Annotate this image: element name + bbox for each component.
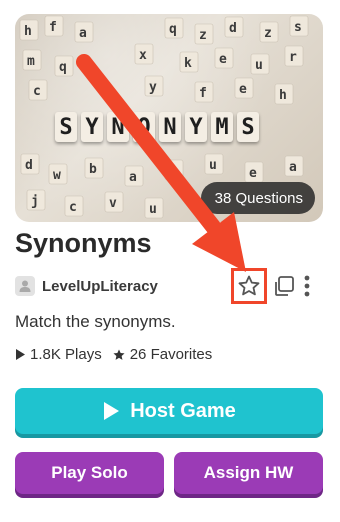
cover-word: S Y N O N Y M S [55,112,259,142]
play-solo-label: Play Solo [51,463,128,482]
svg-text:a: a [129,170,137,185]
svg-text:x: x [139,48,147,63]
duplicate-button[interactable] [272,274,296,298]
more-vertical-icon [304,275,310,297]
favorites-count: 26 Favorites [129,346,213,363]
svg-text:f: f [199,86,207,101]
play-icon [104,402,120,420]
more-options-button[interactable] [302,274,312,298]
play-solo-button[interactable]: Play Solo [15,452,164,494]
assign-hw-button[interactable]: Assign HW [174,452,323,494]
favorite-button[interactable] [231,268,267,304]
cover-letter: O [133,112,155,142]
stats-row: 1.8K Plays 26 Favorites [15,346,222,363]
svg-text:w: w [53,168,61,183]
set-title: Synonyms [15,228,152,258]
play-icon [16,349,25,360]
cover-letter: N [107,112,129,142]
cover-letter: Y [81,112,103,142]
set-description: Match the synonyms. [15,312,176,331]
svg-text:c: c [33,84,41,99]
cover-image[interactable]: hfaq zdzs mqxk eurc yfeh dwba cuea jcvu … [15,14,323,222]
author-name[interactable]: LevelUpLiteracy [42,278,158,295]
assign-hw-label: Assign HW [203,463,294,482]
svg-text:z: z [199,28,207,43]
plays-count: 1.8K Plays [30,346,102,363]
favorites-stat: 26 Favorites [112,346,213,363]
svg-text:c: c [69,200,77,215]
copy-icon [275,276,294,296]
svg-text:k: k [184,56,192,71]
question-count-badge: 38 Questions [200,182,315,214]
svg-text:e: e [239,82,247,97]
svg-text:v: v [109,196,117,211]
star-icon [113,348,125,360]
svg-text:f: f [49,20,57,35]
svg-text:q: q [169,22,177,37]
cover-letter: Y [185,112,207,142]
svg-text:u: u [255,58,263,73]
svg-text:q: q [59,60,67,75]
svg-text:r: r [289,50,297,65]
avatar [15,276,35,296]
svg-text:z: z [264,26,272,41]
cover-letter: M [211,112,233,142]
user-icon [19,280,31,292]
svg-text:d: d [25,158,33,173]
svg-text:u: u [209,158,217,173]
svg-text:e: e [219,52,227,67]
star-outline-icon [238,275,260,296]
svg-text:y: y [149,80,157,95]
svg-text:e: e [249,166,257,181]
svg-text:s: s [294,20,302,35]
svg-text:h: h [24,24,32,39]
svg-text:m: m [27,54,35,69]
cover-letter: S [55,112,77,142]
set-card: hfaq zdzs mqxk eurc yfeh dwba cuea jcvu … [0,0,340,522]
svg-text:h: h [279,88,287,103]
svg-text:j: j [31,194,39,209]
cover-letter: N [159,112,181,142]
plays-stat: 1.8K Plays [15,346,102,363]
svg-text:a: a [289,160,297,175]
author-row[interactable]: LevelUpLiteracy [15,276,158,296]
svg-text:a: a [79,26,87,41]
svg-text:b: b [89,162,97,177]
cover-letter: S [237,112,259,142]
host-game-button[interactable]: Host Game [15,388,323,434]
svg-text:c: c [169,164,177,179]
svg-text:u: u [149,202,157,217]
svg-text:d: d [229,21,237,36]
host-game-label: Host Game [130,399,236,422]
